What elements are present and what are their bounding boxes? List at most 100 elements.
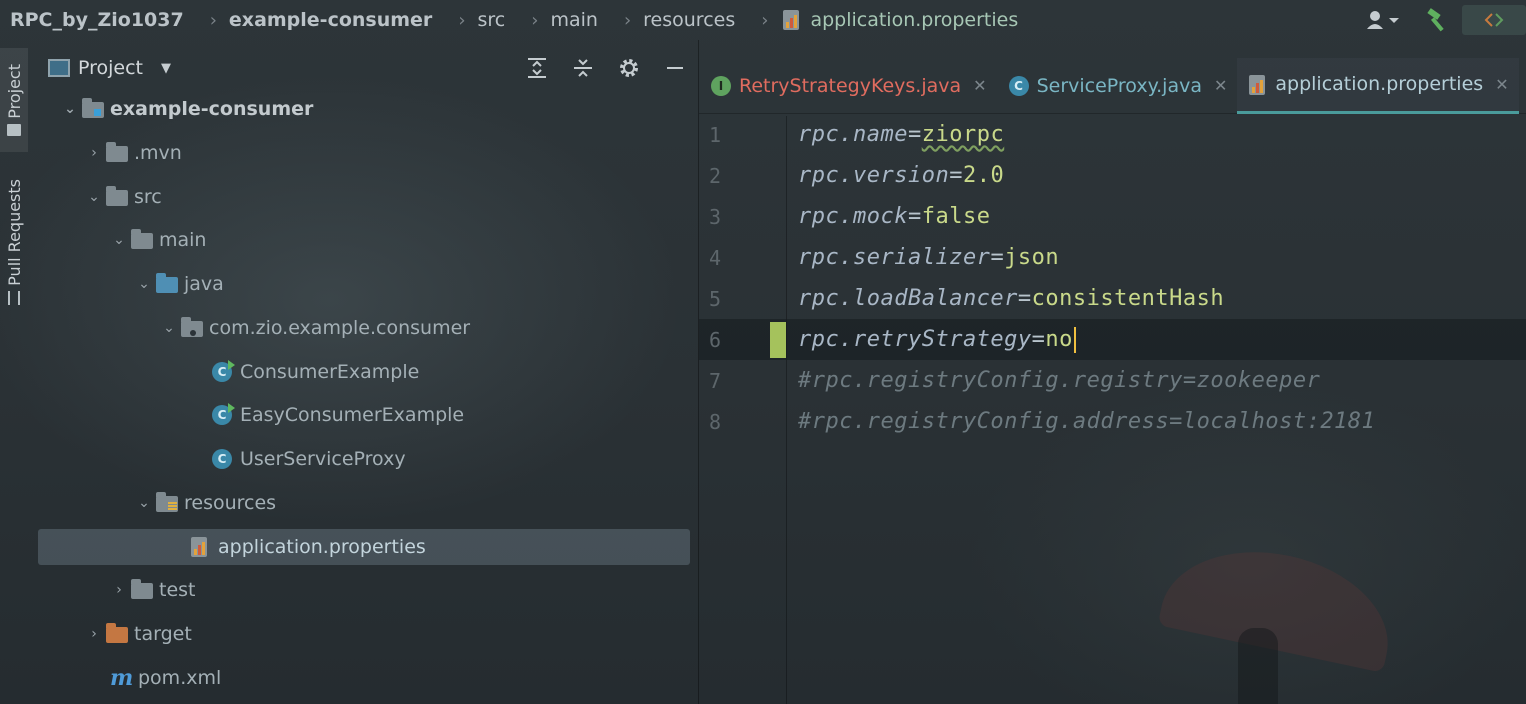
pull-requests-tool-tab[interactable]: Pull Requests (0, 170, 28, 314)
tree-item-label: test (159, 579, 196, 601)
line-number: 1 (708, 122, 721, 147)
line-number: 8 (708, 409, 721, 434)
collapse-all-icon (574, 59, 592, 77)
tree-item-label: example-consumer (110, 98, 314, 120)
line-number: 3 (708, 204, 721, 229)
breadcrumb-project[interactable]: RPC_by_Zio1037 (10, 9, 184, 31)
chevron-right-icon: › (91, 145, 97, 161)
folder-icon (104, 186, 130, 208)
project-panel: Project ▼ ⌄ example-consumer › .mvn ⌄ sr… (28, 40, 698, 704)
project-tool-tab[interactable]: Project (0, 48, 28, 152)
tree-item-java[interactable]: ⌄ java (38, 266, 690, 302)
property-entry: rpc.mock=false (798, 204, 991, 229)
properties-file-icon (780, 9, 802, 31)
tree-item-easy-consumer-example[interactable]: C EasyConsumerExample (38, 397, 690, 433)
tab-label: ServiceProxy.java (1036, 74, 1202, 97)
build-button[interactable] (1412, 0, 1462, 40)
code-line[interactable]: 5 rpc.loadBalancer=consistentHash (699, 278, 1526, 319)
resources-folder-icon (154, 492, 180, 514)
project-tool-label: Project (4, 63, 24, 119)
tree-item-application-properties[interactable]: application.properties (38, 529, 690, 565)
close-icon[interactable]: ✕ (973, 76, 986, 95)
code-line[interactable]: 7 #rpc.registryConfig.registry=zookeeper (699, 360, 1526, 401)
breadcrumb-resources[interactable]: resources (643, 9, 735, 31)
code-line[interactable]: 1 rpc.name=ziorpc (699, 114, 1526, 155)
excluded-folder-icon (104, 623, 130, 645)
collapse-all-button[interactable] (560, 50, 606, 86)
interface-icon: I (711, 75, 731, 96)
tree-item-user-service-proxy[interactable]: C UserServiceProxy (38, 441, 690, 477)
tree-item-main[interactable]: ⌄ main (38, 222, 690, 258)
code-line[interactable]: 8 #rpc.registryConfig.address=localhost:… (699, 401, 1526, 442)
tab-label: RetryStrategyKeys.java (739, 74, 962, 97)
breadcrumb-module[interactable]: example-consumer (229, 9, 432, 31)
settings-button[interactable] (606, 50, 652, 86)
property-entry: rpc.version=2.0 (798, 163, 1005, 188)
editor-tab-bar: I RetryStrategyKeys.java ✕ C ServiceProx… (699, 57, 1526, 114)
tree-item-label: src (134, 186, 162, 208)
project-panel-title: Project (78, 57, 144, 79)
property-entry: rpc.loadBalancer=consistentHash (798, 286, 1225, 311)
tree-item-example-consumer[interactable]: ⌄ example-consumer (38, 91, 690, 127)
chevron-right-icon: › (761, 9, 769, 31)
line-number: 6 (708, 327, 721, 352)
code-line[interactable]: 3 rpc.mock=false (699, 196, 1526, 237)
code-line[interactable]: 2 rpc.version=2.0 (699, 155, 1526, 196)
chevron-down-icon: ⌄ (163, 320, 175, 336)
package-icon (179, 317, 205, 339)
expand-all-button[interactable] (514, 50, 560, 86)
tree-item-target[interactable]: › target (38, 616, 690, 652)
chevron-right-icon: › (623, 9, 632, 31)
tree-item-label: resources (184, 492, 277, 514)
tree-item-resources[interactable]: ⌄ resources (38, 485, 690, 521)
comment-line: #rpc.registryConfig.address=localhost:21… (798, 409, 1376, 434)
class-icon: C (1008, 75, 1029, 96)
breadcrumb-file[interactable]: application.properties (780, 9, 1018, 31)
change-marker[interactable] (770, 322, 786, 358)
tree-item-package[interactable]: ⌄ com.zio.example.consumer (38, 310, 690, 346)
code-line[interactable]: 4 rpc.serializer=json (699, 237, 1526, 278)
tree-item-label: ConsumerExample (240, 361, 420, 383)
breadcrumb-file-label: application.properties (810, 9, 1019, 31)
line-number: 7 (708, 368, 721, 393)
folder-icon (7, 124, 21, 137)
toolbar-actions (1356, 0, 1526, 40)
breadcrumb-src[interactable]: src (478, 9, 506, 31)
project-panel-toolbar (514, 50, 698, 86)
close-icon[interactable]: ✕ (1495, 75, 1508, 94)
hide-panel-button[interactable] (652, 50, 698, 86)
line-number: 5 (708, 286, 721, 311)
runnable-class-icon: C (210, 403, 236, 426)
tree-item-test[interactable]: › test (38, 572, 690, 608)
tree-item-label: target (134, 623, 192, 645)
properties-file-icon (1249, 74, 1267, 95)
tab-service-proxy[interactable]: C ServiceProxy.java ✕ (997, 58, 1238, 114)
tree-item-label: com.zio.example.consumer (209, 317, 471, 339)
tab-label: application.properties (1275, 73, 1484, 95)
account-menu-button[interactable] (1356, 0, 1412, 40)
module-folder-icon (80, 98, 106, 120)
tree-item-label: pom.xml (138, 667, 222, 689)
project-view-selector[interactable]: Project ▼ (48, 50, 171, 86)
source-folder-icon (154, 273, 180, 295)
tree-item-pom[interactable]: m pom.xml (38, 660, 690, 696)
tree-item-label: .mvn (134, 142, 182, 164)
chevron-down-icon: ⌄ (88, 189, 100, 205)
pull-requests-tool-label: Pull Requests (4, 178, 24, 286)
chevron-down-icon: ⌄ (113, 232, 125, 248)
code-editor[interactable]: 1 rpc.name=ziorpc 2 rpc.version=2.0 3 rp… (699, 116, 1526, 704)
code-line-current[interactable]: 6 rpc.retryStrategy=no (699, 319, 1526, 360)
property-entry: rpc.name=ziorpc (798, 122, 1005, 147)
maven-icon: m (110, 665, 134, 691)
tree-item-mvn[interactable]: › .mvn (38, 135, 690, 171)
tree-item-consumer-example[interactable]: C ConsumerExample (38, 354, 690, 390)
line-number: 4 (708, 245, 721, 270)
line-number: 2 (708, 163, 721, 188)
tab-application-properties[interactable]: application.properties ✕ (1237, 57, 1519, 114)
tree-item-src[interactable]: ⌄ src (38, 179, 690, 215)
breadcrumb-main[interactable]: main (550, 9, 597, 31)
close-icon[interactable]: ✕ (1214, 76, 1227, 95)
run-configuration-button[interactable] (1462, 5, 1526, 35)
tab-retry-strategy-keys[interactable]: I RetryStrategyKeys.java ✕ (699, 58, 997, 114)
property-entry: rpc.retryStrategy=no (798, 326, 1076, 353)
